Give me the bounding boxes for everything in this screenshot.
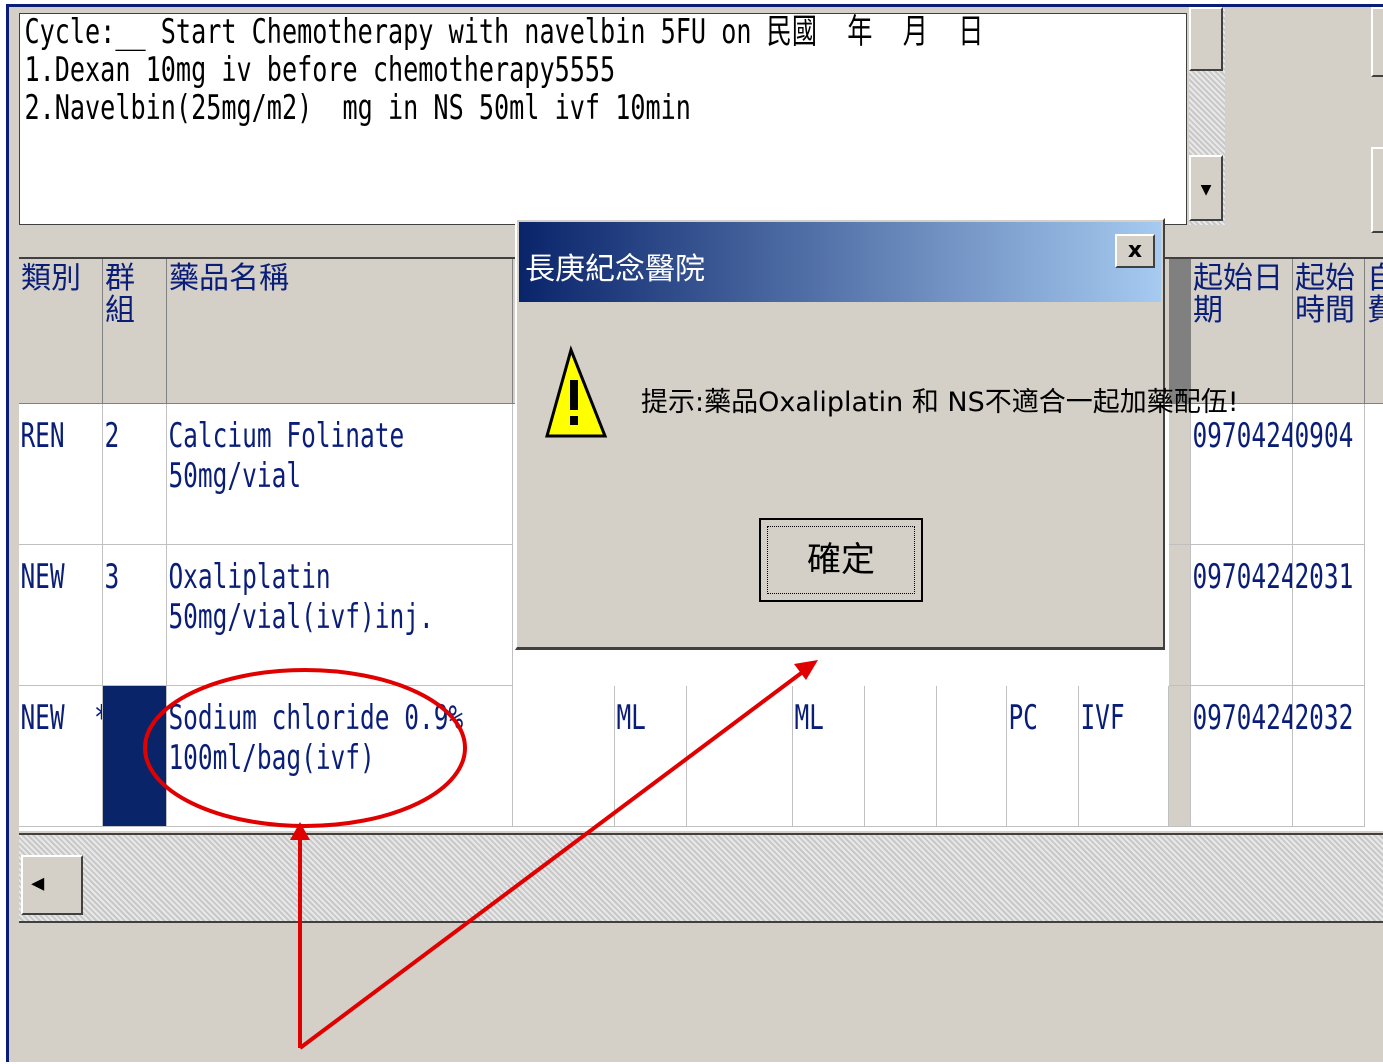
row3-route[interactable]: IVF xyxy=(1079,686,1169,827)
scroll-left-arrow-icon[interactable]: ◀ xyxy=(21,855,83,915)
header-category[interactable]: 類別 xyxy=(19,259,103,404)
dialog-message: 提示:藥品Oxaliplatin 和 NS不適合一起加藥配伍! xyxy=(641,387,1239,418)
scroll-down-arrow-icon[interactable]: ▼ xyxy=(1189,155,1223,221)
header-drug-name[interactable]: 藥品名稱 xyxy=(167,259,513,404)
row3-start-date[interactable]: 0970424 xyxy=(1191,686,1293,827)
row2-start-date[interactable]: 0970424 xyxy=(1191,545,1293,686)
note-line-3: 2.Navelbin(25mg/m2) mg in NS 50ml ivf 10… xyxy=(24,88,691,128)
row1-group[interactable]: 2 xyxy=(103,404,167,545)
row3-category[interactable]: NEW * xyxy=(19,686,103,827)
side-button-bottom[interactable] xyxy=(1371,147,1383,233)
row3-unit2[interactable]: ML xyxy=(793,686,865,827)
warning-icon xyxy=(545,345,608,438)
warning-dialog: 長庚紀念醫院 x 提示:藥品Oxaliplatin 和 NS不適合一起加藥配伍!… xyxy=(515,218,1239,650)
note-scroll-thumb[interactable] xyxy=(1189,7,1223,71)
row3-col-b[interactable] xyxy=(687,686,793,827)
row1-category[interactable]: REN xyxy=(19,404,103,545)
row2-group[interactable]: 3 xyxy=(103,545,167,686)
order-note-textbox[interactable]: Cycle:__ Start Chemotherapy with navelbi… xyxy=(19,13,1187,225)
note-line-1: Cycle:__ Start Chemotherapy with navelbi… xyxy=(24,13,984,52)
row3-col-d[interactable] xyxy=(937,686,1007,827)
ok-button[interactable]: 確定 xyxy=(759,518,923,602)
row3-divider xyxy=(1169,686,1191,827)
row1-start-time[interactable]: 0904 xyxy=(1293,404,1365,545)
note-line-2: 1.Dexan 10mg iv before chemotherapy5555 xyxy=(24,50,616,90)
dialog-title: 長庚紀念醫院 xyxy=(525,252,705,287)
row3-start-time[interactable]: 2032 xyxy=(1293,686,1365,827)
row1-drug-name[interactable]: Calcium Folinate 50mg/vial xyxy=(167,404,513,545)
row3-col-c[interactable] xyxy=(865,686,937,827)
row3-group-selected[interactable] xyxy=(103,686,167,827)
note-vertical-scrollbar[interactable]: ▼ xyxy=(1189,7,1225,225)
header-self-pay[interactable]: 自費 xyxy=(1365,259,1383,404)
row2-drug-name[interactable]: Oxaliplatin 50mg/vial(ivf)inj. xyxy=(167,545,513,686)
close-button[interactable]: x xyxy=(1115,234,1155,268)
row3-col-a[interactable] xyxy=(513,686,615,827)
row3-freq[interactable]: PC xyxy=(1007,686,1079,827)
grid-horizontal-scrollbar[interactable]: ◀ xyxy=(19,833,1383,923)
row3-drug-name[interactable]: Sodium chloride 0.9% 100ml/bag(ivf) xyxy=(167,686,513,827)
header-start-time[interactable]: 起始時間 xyxy=(1293,259,1365,404)
ok-button-label: 確定 xyxy=(767,526,915,594)
row2-divider xyxy=(1169,545,1191,686)
side-button-top[interactable] xyxy=(1371,7,1383,77)
header-group[interactable]: 群組 xyxy=(103,259,167,404)
row2-start-time[interactable]: 2031 xyxy=(1293,545,1365,686)
dialog-titlebar[interactable]: 長庚紀念醫院 x xyxy=(519,222,1161,302)
row1-start-date[interactable]: 0970424 xyxy=(1191,404,1293,545)
row1-divider xyxy=(1169,404,1191,545)
row3-unit1[interactable]: ML xyxy=(615,686,687,827)
row2-category[interactable]: NEW xyxy=(19,545,103,686)
